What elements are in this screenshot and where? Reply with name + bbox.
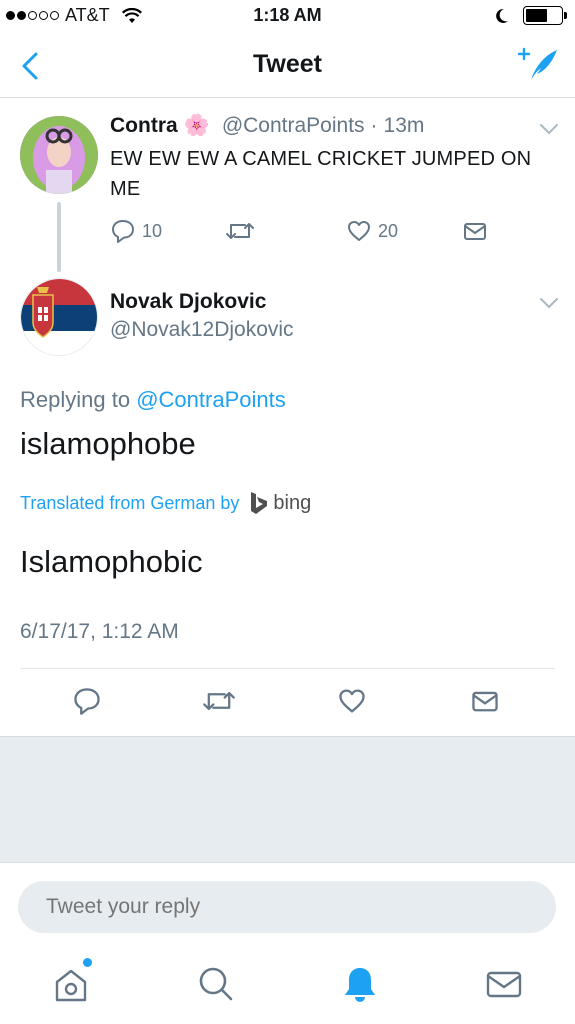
author-name[interactable]: Contra: [110, 114, 178, 138]
parent-tweet[interactable]: Contra 🌸 @ContraPoints · 13m EW EW EW A …: [0, 98, 575, 278]
reply-count: 10: [142, 220, 163, 241]
replying-prefix: Replying to: [20, 387, 131, 412]
tab-bar: [0, 944, 575, 1024]
replying-to-link[interactable]: @ContraPoints: [136, 387, 286, 412]
envelope-icon: [464, 223, 486, 240]
unread-dot: [83, 958, 92, 967]
retweet-button[interactable]: [225, 218, 255, 244]
retweet-icon: [203, 691, 235, 711]
author-handle[interactable]: @ContraPoints: [222, 114, 365, 138]
reply-bar[interactable]: [18, 881, 556, 933]
dm-button[interactable]: [462, 218, 488, 244]
reply-button[interactable]: 10: [110, 218, 162, 244]
search-icon: [199, 967, 233, 1001]
translated-label: Translated from German by: [20, 492, 240, 513]
compose-tweet-icon[interactable]: [517, 46, 559, 84]
like-button[interactable]: 20: [346, 218, 398, 244]
author-name[interactable]: Novak Djokovic: [110, 290, 266, 314]
thread-line: [57, 202, 61, 272]
tweet-text: EW EW EW A CAMEL CRICKET JUMPED ON ME: [110, 148, 532, 200]
envelope-icon: [472, 691, 498, 712]
nav-bar: Tweet: [0, 34, 575, 98]
replying-to-line: Replying to @ContraPoints: [20, 387, 286, 413]
reply-icon: [112, 220, 134, 243]
bing-label: bing: [273, 491, 312, 514]
retweet-icon: [226, 223, 254, 239]
serbia-flag-avatar: [21, 279, 97, 355]
tab-home[interactable]: [52, 958, 92, 1004]
status-time: 1:18 AM: [253, 5, 322, 25]
status-right: [495, 6, 567, 25]
moon-icon: [496, 8, 508, 23]
tab-notifications[interactable]: [340, 964, 380, 1004]
tab-search[interactable]: [196, 964, 236, 1004]
tweet-actions: [0, 684, 575, 724]
bing-icon: [251, 492, 268, 514]
bing-logo: bing: [249, 491, 311, 515]
empty-replies-area: [0, 736, 575, 863]
envelope-icon: [486, 971, 522, 998]
translation-attribution: Translated from German by bing: [20, 491, 311, 515]
tweet-header: Contra 🌸 @ContraPoints · 13m: [110, 114, 424, 138]
battery-icon: [523, 6, 567, 25]
tab-messages[interactable]: [484, 964, 524, 1004]
tweet-text: islamophobe: [20, 426, 196, 461]
reply-icon: [74, 688, 100, 715]
divider: [20, 668, 555, 669]
tweet-actions: 10 20: [110, 218, 510, 246]
avatar[interactable]: [20, 278, 98, 356]
page-title: Tweet: [253, 50, 322, 78]
like-button[interactable]: [337, 686, 367, 716]
avatar-image: [20, 116, 98, 194]
tweet-age: 13m: [383, 114, 425, 137]
chevron-down-icon[interactable]: [539, 122, 559, 136]
dm-button[interactable]: [470, 686, 500, 716]
separator-dot: ·: [370, 114, 378, 137]
heart-icon: [339, 689, 365, 713]
reply-input[interactable]: [46, 895, 526, 919]
tweet-timestamp: 6/17/17, 1:12 AM: [20, 620, 179, 643]
chevron-down-icon[interactable]: [539, 296, 559, 310]
bell-icon: [345, 968, 375, 1002]
heart-icon: [348, 221, 370, 241]
home-icon: [55, 969, 87, 1002]
translated-text: Islamophobic: [20, 544, 203, 579]
avatar[interactable]: [20, 116, 98, 194]
retweet-button[interactable]: [202, 686, 236, 716]
like-count: 20: [378, 220, 399, 241]
status-bar: AT&T 1:18 AM: [0, 0, 575, 34]
flower-emoji: 🌸: [183, 114, 210, 137]
reply-button[interactable]: [72, 686, 102, 716]
author-handle[interactable]: @Novak12Djokovic: [110, 318, 294, 342]
